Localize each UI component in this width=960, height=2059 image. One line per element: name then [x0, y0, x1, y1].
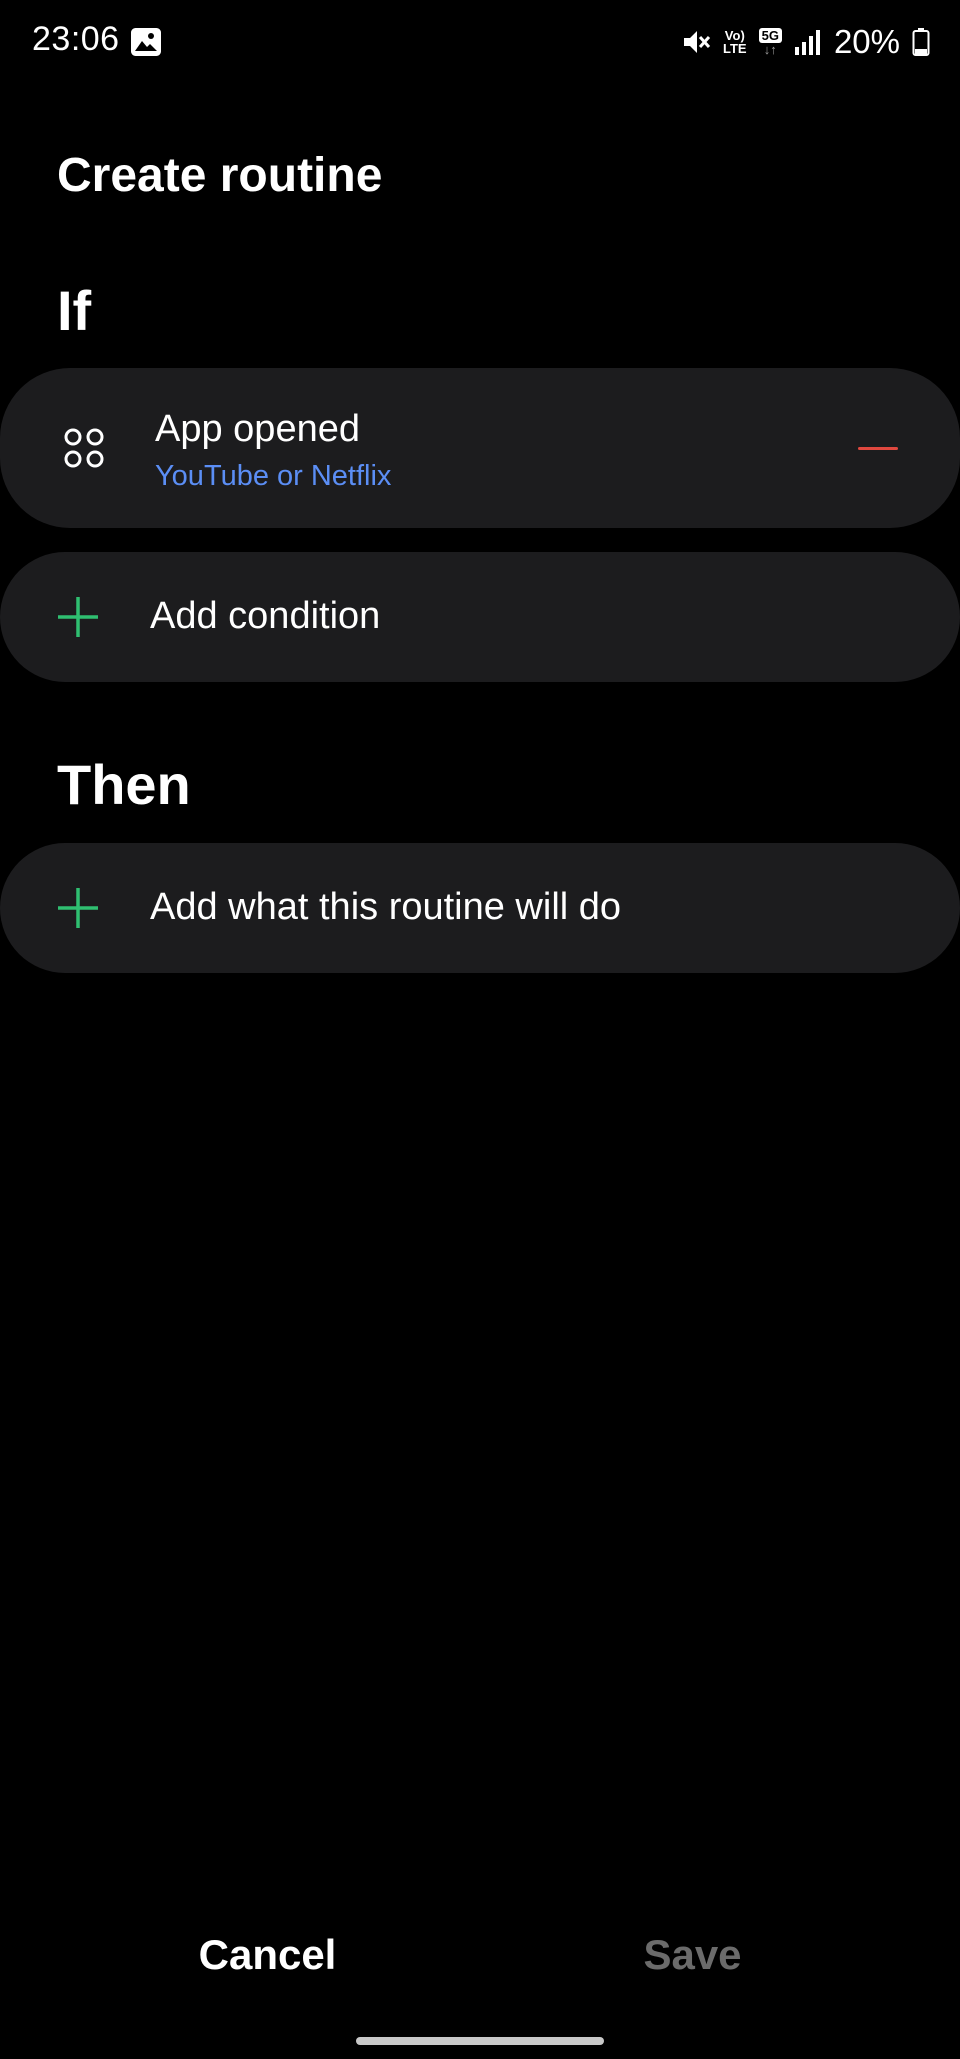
bottom-action-bar: Cancel Save: [0, 1920, 960, 2000]
page-title: Create routine: [57, 149, 383, 202]
signal-icon: [794, 30, 820, 55]
home-indicator[interactable]: [356, 2037, 604, 2045]
cancel-button[interactable]: Cancel: [170, 1920, 365, 1990]
gallery-icon: [131, 28, 161, 56]
data-arrows-icon: ↓↑: [763, 41, 777, 57]
status-time: 23:06: [32, 20, 120, 58]
condition-subtitle: YouTube or Netflix: [155, 460, 392, 492]
mute-icon: [684, 31, 711, 53]
add-condition-button[interactable]: Add condition: [0, 552, 960, 682]
plus-icon: [58, 597, 98, 637]
battery-percent: 20%: [833, 23, 900, 60]
plus-icon: [58, 888, 98, 928]
volte-icon: Vo) LTE: [723, 29, 747, 55]
apps-icon: [64, 428, 104, 468]
5g-icon: 5G ↓↑: [758, 27, 782, 57]
status-icons: Vo) LTE 5G ↓↑ 20%: [681, 20, 930, 64]
volte-bottom-label: LTE: [723, 41, 747, 56]
minus-icon: [858, 446, 898, 450]
network-type-label: 5G: [758, 27, 782, 43]
then-heading: Then: [57, 753, 191, 816]
add-action-button[interactable]: Add what this routine will do: [0, 843, 960, 973]
condition-card-app-opened[interactable]: App opened YouTube or Netflix: [0, 368, 960, 528]
remove-condition-button[interactable]: [848, 418, 908, 478]
add-action-label: Add what this routine will do: [150, 886, 622, 928]
battery-icon: [912, 28, 930, 56]
condition-title: App opened: [155, 408, 360, 450]
add-condition-label: Add condition: [150, 595, 381, 637]
status-bar: 23:06 Vo) LTE 5G ↓↑ 20%: [0, 0, 960, 84]
save-button[interactable]: Save: [600, 1920, 785, 1990]
if-heading: If: [57, 279, 92, 342]
